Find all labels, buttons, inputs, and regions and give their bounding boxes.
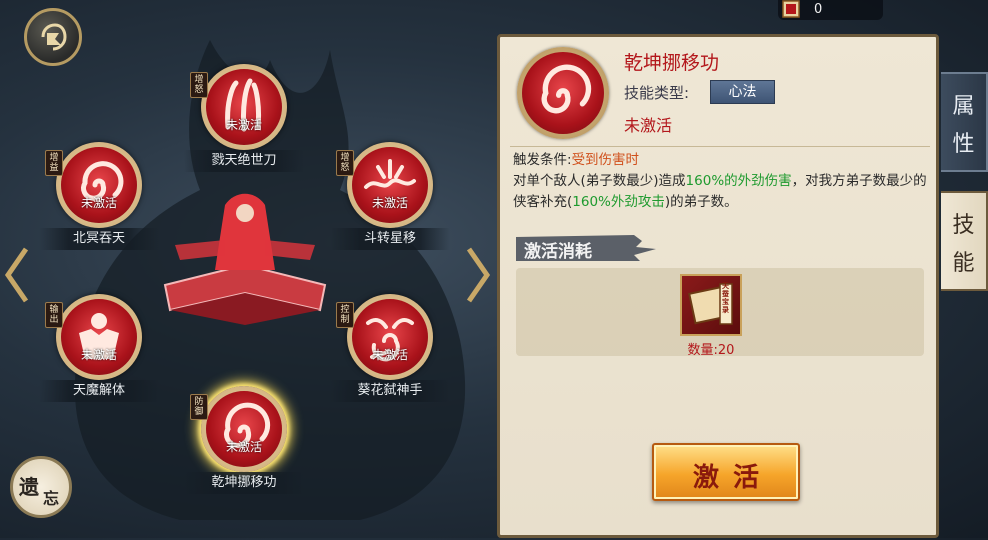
selected-ring xyxy=(201,386,287,472)
trigger-label: 触发条件: xyxy=(513,152,572,168)
skill-status: 未激活 xyxy=(225,440,262,454)
skill-status: 未激活 xyxy=(225,118,262,132)
tab-label-char: 属 xyxy=(952,94,975,119)
skill-status: 未激活 xyxy=(80,348,117,362)
scroll-book-icon xyxy=(688,283,733,325)
vortex-icon xyxy=(81,161,124,201)
skill-type-badge: 心法 xyxy=(710,80,775,104)
skill-tag: 增怒 xyxy=(336,150,354,176)
skill-status: 未激活 xyxy=(80,196,117,210)
spiral-icon xyxy=(541,64,592,114)
forget-char-1: 遗 xyxy=(19,475,39,499)
item-quantity: 数量:20 xyxy=(687,343,735,358)
skill-ring xyxy=(201,64,287,150)
desc-part-3: )的弟子数。 xyxy=(664,194,738,210)
material-item[interactable]: 天蚕宝录 xyxy=(680,274,742,336)
currency-value: 0 xyxy=(814,2,823,17)
skill-status: 未激活 xyxy=(371,348,408,362)
skill-status: 未激活 xyxy=(371,196,408,210)
scroll-icon xyxy=(782,0,800,18)
activation-cost-title: 激活消耗 xyxy=(524,242,592,262)
next-arrow[interactable] xyxy=(463,245,493,305)
activation-cost-header: 激活消耗 xyxy=(516,233,656,263)
demon-figure-icon xyxy=(79,313,119,359)
star-swirl-icon xyxy=(364,159,416,189)
flame-hand-icon xyxy=(366,318,414,362)
cultivator-on-book xyxy=(163,193,327,325)
forget-char-2: 忘 xyxy=(43,489,60,508)
skill-node-qiankun[interactable]: 未激活 防御 乾坤挪移功 xyxy=(184,386,304,506)
skill-name: 乾坤挪移功 xyxy=(184,472,304,494)
skill-node-douzhuan[interactable]: 未激活 增怒 斗转星移 xyxy=(330,142,450,262)
trigger-value: 受到伤害时 xyxy=(571,152,640,168)
skill-tag: 控制 xyxy=(336,302,354,328)
tab-label-char: 性 xyxy=(952,132,975,157)
skill-detail-status: 未激活 xyxy=(624,116,673,135)
tab-attributes[interactable]: 属 性 xyxy=(941,72,988,172)
activate-label: 激活 xyxy=(692,463,773,493)
tab-label-char: 技 xyxy=(952,213,975,238)
item-name: 天蚕宝录 xyxy=(722,282,729,314)
skill-name: 戮天绝世刀 xyxy=(184,150,304,172)
skill-name: 葵花弑神手 xyxy=(330,380,450,402)
activate-button[interactable]: 激活 xyxy=(652,443,800,501)
skill-detail-title: 乾坤挪移功 xyxy=(624,52,720,74)
skill-node-tianmo[interactable]: 未激活 输出 天魔解体 xyxy=(39,294,159,414)
spiral-icon xyxy=(224,402,271,448)
skill-tag: 增怒 xyxy=(190,72,208,98)
desc-highlight-1: 160%的外劲伤害 xyxy=(685,173,792,189)
tab-skills[interactable]: 技 能 xyxy=(941,191,988,291)
currency-counter: 0 xyxy=(778,0,883,20)
back-swirl-icon xyxy=(41,23,67,51)
back-button[interactable] xyxy=(24,8,82,66)
skill-tag: 防御 xyxy=(190,394,208,420)
skill-node-kuihua[interactable]: 未激活 控制 葵花弑神手 xyxy=(330,294,450,414)
prev-arrow[interactable] xyxy=(2,245,32,305)
skill-detail-icon xyxy=(517,47,609,139)
forget-button[interactable]: 遗 忘 xyxy=(10,456,72,518)
skill-name: 天魔解体 xyxy=(39,380,159,402)
skill-name: 北冥吞天 xyxy=(39,228,159,250)
divider xyxy=(510,146,930,147)
desc-highlight-2: 160%外劲攻击 xyxy=(572,194,665,210)
tab-label-char: 能 xyxy=(952,251,975,276)
desc-part-1: 对单个敌人(弟子数最少)造成 xyxy=(513,173,686,189)
skill-tag: 输出 xyxy=(45,302,63,328)
skill-type-label: 技能类型: xyxy=(624,84,690,102)
skill-description: 触发条件:受到伤害时 对单个敌人(弟子数最少)造成160%的外劲伤害，对我方弟子… xyxy=(513,150,933,213)
skill-tag: 增益 xyxy=(45,150,63,176)
skill-node-beiming[interactable]: 未激活 增益 北冥吞天 xyxy=(39,142,159,262)
blade-claw-icon xyxy=(225,78,261,132)
skill-name: 斗转星移 xyxy=(330,228,450,250)
skill-node-jietian[interactable]: 未激活 增怒 戮天绝世刀 xyxy=(184,64,304,184)
